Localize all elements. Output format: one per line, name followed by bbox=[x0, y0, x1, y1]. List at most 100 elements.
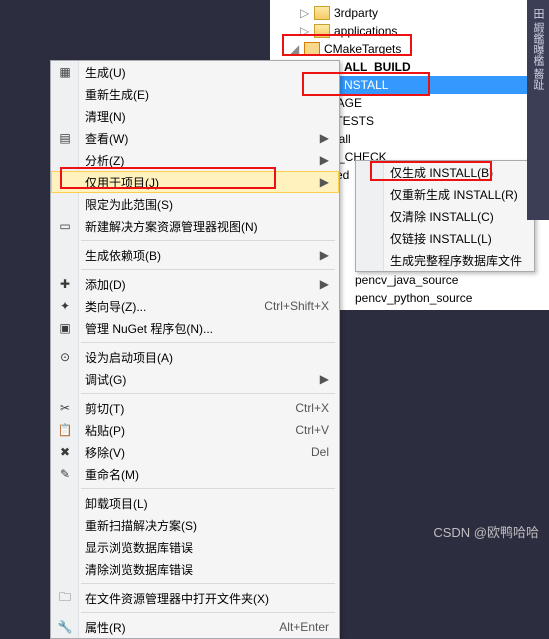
menu-shortcut: Del bbox=[311, 445, 329, 459]
tree-item-label: pencv_java_source bbox=[355, 271, 472, 289]
menu-item-label: 在文件资源管理器中打开文件夹(X) bbox=[85, 590, 329, 607]
menu-item-label: 分析(Z) bbox=[85, 152, 304, 169]
tree-item-label: applications bbox=[334, 24, 397, 38]
menu-item-label: 卸载项目(L) bbox=[85, 495, 329, 512]
menu-separator bbox=[81, 269, 335, 270]
menu-item[interactable]: ✎重命名(M) bbox=[51, 463, 339, 485]
wiz-icon: ✦ bbox=[57, 298, 73, 314]
menu-item[interactable]: 卸载项目(L) bbox=[51, 492, 339, 514]
menu-shortcut: Ctrl+Shift+X bbox=[264, 299, 329, 313]
menu-item-label: 剪切(T) bbox=[85, 400, 275, 417]
menu-item[interactable]: ▤查看(W)▶ bbox=[51, 127, 339, 149]
menu-item[interactable]: ▦ 生成(U) bbox=[51, 61, 339, 83]
tree-item-label: ALL_BUILD bbox=[344, 60, 411, 74]
menu-item-label: 生成(U) bbox=[85, 64, 329, 81]
watermark: CSDN @欧鸭哈哈 bbox=[433, 522, 539, 541]
menu-shortcut: Ctrl+X bbox=[295, 401, 329, 415]
menu-item-label: 属性(R) bbox=[85, 619, 259, 636]
menu-item-label: 调试(G) bbox=[85, 371, 304, 388]
folder-icon bbox=[314, 24, 330, 38]
tree-item-label: CMakeTargets bbox=[324, 42, 401, 56]
menu-item[interactable]: 🔧 属性(R) Alt+Enter bbox=[51, 616, 339, 638]
menu-item[interactable]: 🗀 在文件资源管理器中打开文件夹(X) bbox=[51, 587, 339, 609]
paste-icon: 📋 bbox=[57, 422, 73, 438]
menu-item[interactable]: 清理(N) bbox=[51, 105, 339, 127]
context-submenu-project-only[interactable]: 仅生成 INSTALL(B) 仅重新生成 INSTALL(R) 仅清除 INSTAL… bbox=[355, 160, 535, 272]
menu-item-label: 重新扫描解决方案(S) bbox=[85, 517, 329, 534]
menu-item[interactable]: ▣ 管理 NuGet 程序包(N)... bbox=[51, 317, 339, 339]
menu-separator bbox=[81, 488, 335, 489]
tree-item-label: 3rdparty bbox=[334, 6, 378, 20]
tab-vertical[interactable]: 齧趾 bbox=[530, 68, 546, 90]
menu-item-label: 添加(D) bbox=[85, 276, 304, 293]
submenu-item-label: 仅生成 INSTALL(B) bbox=[390, 164, 524, 181]
menu-item[interactable]: ✖移除(V)Del bbox=[51, 441, 339, 463]
folder-icon bbox=[314, 6, 330, 20]
menu-item[interactable]: 分析(Z) ▶ bbox=[51, 149, 339, 171]
view-icon: ▤ bbox=[57, 130, 73, 146]
right-toolwindow-tabs[interactable]: 田 嘏鑑曝檻 齧趾 bbox=[527, 0, 549, 220]
menu-item[interactable]: ⊙设为启动项目(A) bbox=[51, 346, 339, 368]
submenu-arrow-icon: ▶ bbox=[320, 175, 329, 189]
menu-separator bbox=[81, 393, 335, 394]
menu-item[interactable]: 清除浏览数据库错误 bbox=[51, 558, 339, 580]
context-menu-main[interactable]: ▦ 生成(U) 重新生成(E) 清理(N) ▤查看(W)▶ 分析(Z) ▶ 仅用于项目(J) ▶… bbox=[50, 60, 340, 639]
menu-separator bbox=[81, 342, 335, 343]
submenu-item[interactable]: 仅重新生成 INSTALL(R) bbox=[356, 183, 534, 205]
menu-item-label: 类向导(Z)... bbox=[85, 298, 244, 315]
explorer-icon: 🗀 bbox=[57, 590, 73, 606]
tree-item[interactable]: ▷ 3rdparty bbox=[270, 4, 549, 22]
tree-item[interactable]: ▷ applications bbox=[270, 22, 549, 40]
submenu-arrow-icon: ▶ bbox=[320, 277, 329, 291]
submenu-item[interactable]: 仅清除 INSTALL(C) bbox=[356, 205, 534, 227]
menu-shortcut: Ctrl+V bbox=[295, 423, 329, 437]
submenu-item[interactable]: 仅链接 INSTALL(L) bbox=[356, 227, 534, 249]
prop-icon: 🔧 bbox=[57, 619, 73, 635]
menu-item-label: 粘贴(P) bbox=[85, 422, 275, 439]
menu-item-label: 设为启动项目(A) bbox=[85, 349, 329, 366]
submenu-item-label: 仅重新生成 INSTALL(R) bbox=[390, 186, 524, 203]
tab-vertical[interactable]: 田 嘏鑑曝檻 bbox=[530, 8, 546, 66]
menu-item[interactable]: 重新生成(E) bbox=[51, 83, 339, 105]
menu-item[interactable]: 重新扫描解决方案(S) bbox=[51, 514, 339, 536]
add-icon: ✚ bbox=[57, 276, 73, 292]
menu-separator bbox=[81, 240, 335, 241]
menu-item-label: 清除浏览数据库错误 bbox=[85, 561, 329, 578]
submenu-item-label: 仅清除 INSTALL(C) bbox=[390, 208, 524, 225]
menu-item[interactable]: ✚ 添加(D) ▶ bbox=[51, 273, 339, 295]
menu-item[interactable]: ✦ 类向导(Z)... Ctrl+Shift+X bbox=[51, 295, 339, 317]
submenu-arrow-icon: ▶ bbox=[320, 131, 329, 145]
tree-item-label: NSTALL bbox=[344, 78, 388, 92]
menu-item-label: 限定为此范围(S) bbox=[85, 196, 329, 213]
menu-item-label: 重新生成(E) bbox=[85, 86, 329, 103]
menu-shortcut: Alt+Enter bbox=[279, 620, 329, 634]
del-icon: ✖ bbox=[57, 444, 73, 460]
submenu-item[interactable]: 生成完整程序数据库文件 bbox=[356, 249, 534, 271]
menu-item-label: 管理 NuGet 程序包(N)... bbox=[85, 320, 329, 337]
menu-separator bbox=[81, 612, 335, 613]
submenu-item[interactable]: 仅生成 INSTALL(B) bbox=[356, 161, 534, 183]
menu-item-label: 显示浏览数据库错误 bbox=[85, 539, 329, 556]
submenu-item-label: 生成完整程序数据库文件 bbox=[390, 252, 524, 269]
menu-item[interactable]: 显示浏览数据库错误 bbox=[51, 536, 339, 558]
menu-item[interactable]: ✂ 剪切(T) Ctrl+X bbox=[51, 397, 339, 419]
build-icon: ▦ bbox=[57, 64, 73, 80]
menu-item-label: 生成依赖项(B) bbox=[85, 247, 304, 264]
menu-item[interactable]: 仅用于项目(J) ▶ bbox=[51, 171, 339, 193]
menu-item[interactable]: ▭新建解决方案资源管理器视图(N) bbox=[51, 215, 339, 237]
tree-item[interactable]: ◢ CMakeTargets bbox=[270, 40, 549, 58]
nuget-icon: ▣ bbox=[57, 320, 73, 336]
expand-arrow-icon[interactable]: ▷ bbox=[300, 24, 310, 38]
menu-item[interactable]: 生成依赖项(B)▶ bbox=[51, 244, 339, 266]
menu-item[interactable]: 📋 粘贴(P) Ctrl+V bbox=[51, 419, 339, 441]
expand-arrow-icon[interactable]: ◢ bbox=[290, 42, 300, 56]
menu-item[interactable]: 调试(G)▶ bbox=[51, 368, 339, 390]
menu-item-label: 清理(N) bbox=[85, 108, 329, 125]
expand-arrow-icon[interactable]: ▷ bbox=[300, 6, 310, 20]
newview-icon: ▭ bbox=[57, 218, 73, 234]
menu-item-label: 仅用于项目(J) bbox=[85, 174, 304, 191]
menu-separator bbox=[81, 583, 335, 584]
menu-item[interactable]: 限定为此范围(S) bbox=[51, 193, 339, 215]
submenu-arrow-icon: ▶ bbox=[320, 153, 329, 167]
cut-icon: ✂ bbox=[57, 400, 73, 416]
